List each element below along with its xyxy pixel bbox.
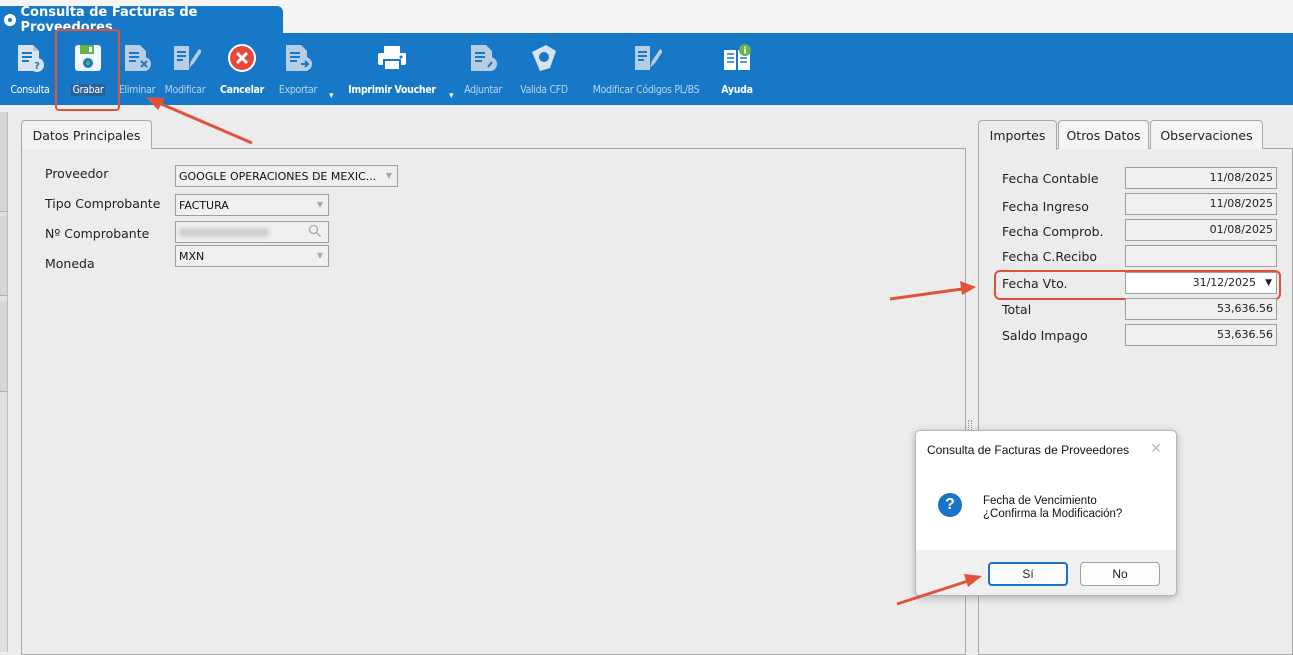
tab-otros-datos[interactable]: Otros Datos — [1058, 120, 1149, 149]
confirm-dialog: Consulta de Facturas de Proveedores ✕ ? … — [915, 430, 1177, 596]
document-export-icon — [281, 41, 315, 75]
adjuntar-button[interactable]: Adjuntar — [454, 37, 512, 101]
toolbar: ? Consulta Grabar Eliminar Modificar Can… — [0, 33, 1293, 105]
fecha-crecibo-label: Fecha C.Recibo — [1002, 249, 1098, 264]
consulta-button[interactable]: ? Consulta — [3, 37, 57, 101]
saldo-impago-label: Saldo Impago — [1002, 328, 1088, 343]
tab-datos-principales[interactable]: Datos Principales — [21, 120, 152, 149]
modificar-codigos-label: Modificar Códigos PL/BS — [592, 84, 700, 96]
help-book-icon: i — [720, 41, 754, 75]
fecha-crecibo-field[interactable] — [1125, 245, 1277, 267]
moneda-combo[interactable]: MXN ▼ — [175, 245, 329, 267]
fecha-comprob-field[interactable]: 01/08/2025 — [1125, 219, 1277, 241]
redacted-value — [179, 227, 269, 237]
numero-comprobante-label: Nº Comprobante — [45, 226, 150, 241]
chevron-down-icon: ▼ — [316, 251, 323, 260]
left-panel-segment[interactable] — [0, 112, 7, 212]
search-icon[interactable] — [308, 224, 322, 241]
total-field: 53,636.56 — [1125, 298, 1277, 320]
cancelar-button[interactable]: Cancelar — [214, 37, 270, 101]
datos-principales-panel — [21, 148, 966, 655]
fecha-ingreso-label: Fecha Ingreso — [1002, 199, 1089, 214]
proveedor-value: GOOGLE OPERACIONES DE MEXIC... — [179, 169, 377, 183]
document-question-icon: ? — [13, 41, 47, 75]
tab-importes[interactable]: Importes — [978, 120, 1057, 150]
imprimir-voucher-label: Imprimir Voucher — [348, 84, 436, 96]
modificar-label: Modificar — [164, 84, 206, 96]
valida-cfd-label: Valida CFD — [520, 84, 568, 96]
imprimir-voucher-button[interactable]: Imprimir Voucher — [340, 37, 444, 101]
modificar-button[interactable]: Modificar — [158, 37, 212, 101]
left-collapsed-panel — [0, 112, 8, 652]
eliminar-button[interactable]: Eliminar — [118, 37, 156, 101]
close-icon[interactable]: ✕ — [1150, 441, 1162, 457]
yes-button[interactable]: Sí — [988, 562, 1068, 586]
moneda-value: MXN — [179, 249, 205, 263]
fecha-ingreso-field[interactable]: 11/08/2025 — [1125, 193, 1277, 215]
dialog-message: Fecha de Vencimiento ¿Confirma la Modifi… — [983, 495, 1122, 521]
modificar-codigos-button[interactable]: Modificar Códigos PL/BS — [578, 37, 714, 101]
imprimir-dropdown-icon[interactable]: ▾ — [449, 91, 454, 101]
exportar-label: Exportar — [278, 84, 318, 96]
ayuda-button[interactable]: i Ayuda — [714, 37, 760, 101]
exportar-dropdown-icon[interactable]: ▾ — [329, 91, 334, 101]
question-icon: ? — [938, 493, 962, 517]
numero-comprobante-field[interactable] — [175, 221, 329, 243]
eliminar-label: Eliminar — [118, 84, 156, 96]
left-panel-segment[interactable] — [0, 216, 7, 296]
document-edit-codes-icon — [629, 41, 663, 75]
document-delete-icon — [120, 41, 154, 75]
proveedor-label: Proveedor — [45, 166, 109, 181]
no-button[interactable]: No — [1080, 562, 1160, 586]
consulta-label: Consulta — [10, 84, 50, 96]
document-attach-icon — [466, 41, 500, 75]
proveedor-combo[interactable]: GOOGLE OPERACIONES DE MEXIC... ▼ — [175, 165, 398, 187]
document-edit-icon — [168, 41, 202, 75]
tipo-comprobante-combo[interactable]: FACTURA ▼ — [175, 194, 329, 216]
chevron-down-icon: ▼ — [385, 171, 392, 180]
total-label: Total — [1002, 302, 1032, 317]
dialog-message-line2: ¿Confirma la Modificación? — [983, 508, 1123, 520]
dialog-message-line1: Fecha de Vencimiento — [983, 495, 1097, 507]
valida-cfd-button[interactable]: Valida CFD — [512, 37, 576, 101]
tab-observaciones[interactable]: Observaciones — [1150, 120, 1263, 149]
fecha-contable-label: Fecha Contable — [1002, 171, 1099, 186]
adjuntar-label: Adjuntar — [464, 84, 502, 96]
window-radio-icon — [4, 13, 16, 26]
svg-text:i: i — [743, 47, 746, 57]
fecha-contable-field[interactable]: 11/08/2025 — [1125, 167, 1277, 189]
left-panel-segment[interactable] — [0, 302, 7, 392]
annotation-highlight-grabar — [55, 29, 120, 111]
annotation-highlight-fecha-vto — [994, 270, 1281, 300]
printer-icon — [375, 41, 409, 75]
exportar-button[interactable]: Exportar — [270, 37, 326, 101]
svg-text:?: ? — [34, 61, 40, 72]
saldo-impago-field: 53,636.56 — [1125, 324, 1277, 346]
validate-cfd-icon — [527, 41, 561, 75]
fecha-comprob-label: Fecha Comprob. — [1002, 224, 1104, 239]
cancel-circle-icon — [225, 41, 259, 75]
tipo-comprobante-value: FACTURA — [179, 198, 229, 212]
tipo-comprobante-label: Tipo Comprobante — [45, 196, 161, 211]
window-tab[interactable]: Consulta de Facturas de Proveedores — [0, 5, 283, 35]
ayuda-label: Ayuda — [721, 84, 753, 96]
cancelar-label: Cancelar — [220, 84, 264, 96]
dialog-title: Consulta de Facturas de Proveedores — [927, 443, 1130, 457]
moneda-label: Moneda — [45, 256, 95, 271]
chevron-down-icon: ▼ — [316, 200, 323, 209]
